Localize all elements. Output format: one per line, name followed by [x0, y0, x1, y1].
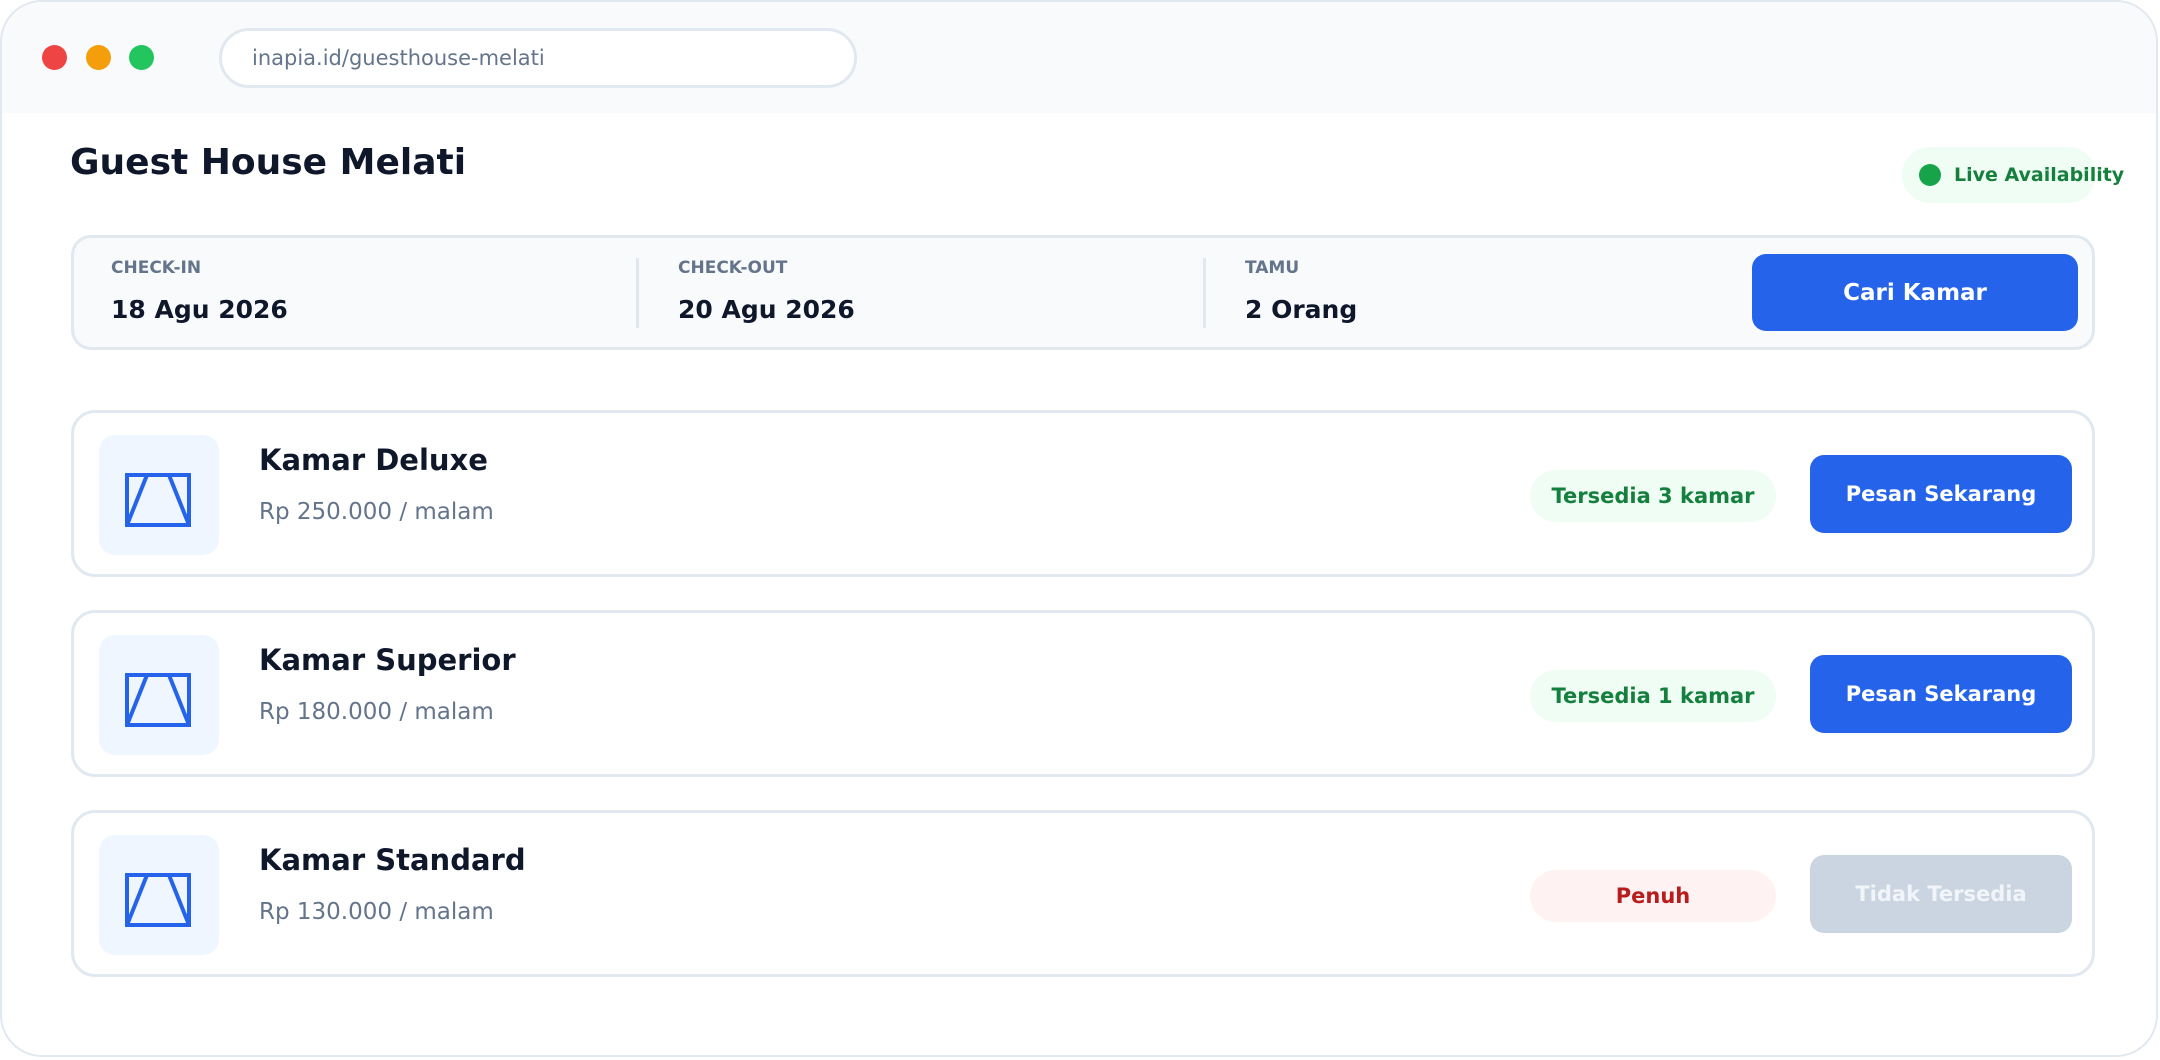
- room-image-icon: [125, 673, 191, 727]
- room-image-icon: [125, 873, 191, 927]
- search-rooms-button[interactable]: Cari Kamar: [1752, 254, 2078, 331]
- guests-value: 2 Orang: [1245, 295, 1358, 324]
- room-name: Kamar Deluxe: [259, 443, 488, 477]
- field-divider: [1203, 258, 1206, 328]
- live-indicator-icon: [1919, 164, 1941, 186]
- book-now-button[interactable]: Pesan Sekarang: [1810, 455, 2072, 533]
- book-now-button[interactable]: Pesan Sekarang: [1810, 655, 2072, 733]
- room-card-superior: Kamar Superior Rp 180.000 / malam Tersed…: [71, 610, 2095, 777]
- room-thumbnail: [99, 835, 219, 955]
- checkout-label: CHECK-OUT: [678, 258, 788, 278]
- room-thumbnail: [99, 635, 219, 755]
- unavailable-button: Tidak Tersedia: [1810, 855, 2072, 933]
- room-thumbnail: [99, 435, 219, 555]
- maximize-window-dot[interactable]: [129, 45, 154, 70]
- room-name: Kamar Superior: [259, 643, 516, 677]
- close-window-dot[interactable]: [42, 45, 67, 70]
- live-availability-badge: Live Availability: [1902, 147, 2124, 203]
- address-bar[interactable]: inapia.id/guesthouse-melati: [219, 28, 857, 88]
- field-divider: [636, 258, 639, 328]
- checkin-label: CHECK-IN: [111, 258, 202, 278]
- room-card-deluxe: Kamar Deluxe Rp 250.000 / malam Tersedia…: [71, 410, 2095, 577]
- room-card-standard: Kamar Standard Rp 130.000 / malam Penuh …: [71, 810, 2095, 977]
- availability-badge: Tersedia 1 kamar: [1530, 670, 1776, 722]
- minimize-window-dot[interactable]: [86, 45, 111, 70]
- guests-label: TAMU: [1245, 258, 1300, 278]
- room-price: Rp 250.000 / malam: [259, 499, 494, 525]
- availability-badge: Tersedia 3 kamar: [1530, 470, 1776, 522]
- room-price: Rp 130.000 / malam: [259, 899, 494, 925]
- page-title: Guest House Melati: [70, 142, 467, 183]
- room-name: Kamar Standard: [259, 843, 526, 877]
- room-price: Rp 180.000 / malam: [259, 699, 494, 725]
- browser-toolbar: inapia.id/guesthouse-melati: [2, 2, 2156, 113]
- availability-badge: Penuh: [1530, 870, 1776, 922]
- browser-window: inapia.id/guesthouse-melati Guest House …: [0, 0, 2158, 1057]
- live-availability-label: Live Availability: [1954, 164, 2125, 186]
- booking-search-bar: CHECK-IN 18 Agu 2026 CHECK-OUT 20 Agu 20…: [71, 235, 2095, 350]
- room-image-icon: [125, 473, 191, 527]
- checkin-value: 18 Agu 2026: [111, 295, 288, 324]
- checkout-value: 20 Agu 2026: [678, 295, 855, 324]
